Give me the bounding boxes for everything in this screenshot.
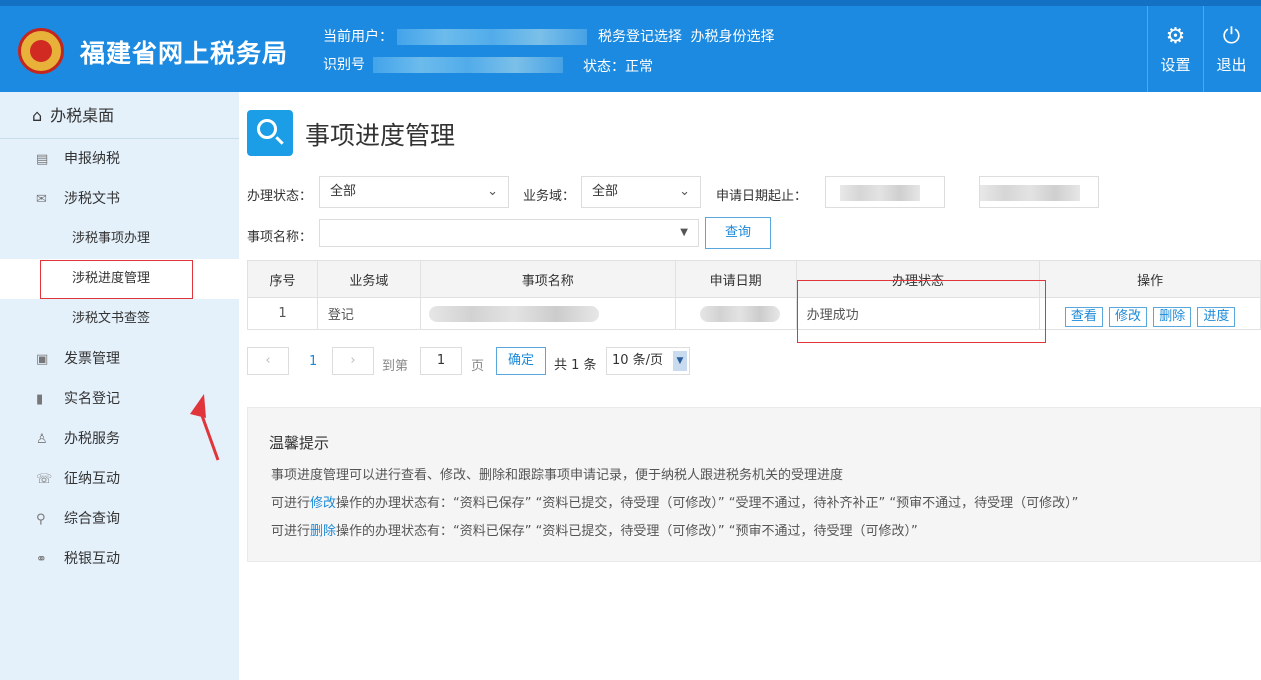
current-user-label: 当前用户： [323, 29, 393, 45]
date-range-label: 申请日期起止： [716, 189, 808, 204]
table-row: 1 登记 办理成功 查看 修改 删除 进度 [247, 297, 1261, 330]
row-domain: 登记 [316, 297, 421, 330]
gear-icon: ⚙ [1165, 24, 1186, 49]
tax-registration-select-link[interactable]: 税务登记选择 [598, 29, 682, 45]
annotation-highlight-box [40, 260, 193, 299]
document-icon: ✉ [36, 192, 47, 207]
start-date-input[interactable] [825, 176, 945, 208]
sidebar-item-query[interactable]: ⚲ 综合查询 [0, 499, 239, 539]
annotation-arrow [190, 394, 220, 461]
delete-button[interactable]: 删除 [1153, 306, 1192, 327]
sidebar: ⌂ 办税桌面 ▤ 申报纳税 ✉ 涉税文书 涉税事项办理 涉税进度管理 涉税文书查签 ▣… [0, 92, 239, 680]
total-count: 共 1 条 [554, 358, 597, 373]
page-unit: 页 [471, 359, 485, 374]
goto-label: 到第 [382, 359, 409, 374]
page-number-input[interactable]: 1 [420, 347, 462, 375]
tax-emblem-logo [18, 28, 64, 74]
tax-id-label: 识别号 [323, 57, 365, 73]
sidebar-item-bank[interactable]: ⚭ 税银互动 [0, 539, 239, 579]
tips-line-3: 可进行删除操作的办理状态有：“资料已保存” “资料已提交，待受理（可修改）” “… [271, 524, 918, 539]
sidebar-sub-matters[interactable]: 涉税事项办理 [0, 219, 239, 259]
end-date-input[interactable] [979, 176, 1099, 208]
account-status: 状态：正常 [583, 59, 653, 75]
sidebar-home[interactable]: ⌂ 办税桌面 [0, 92, 239, 139]
col-name-header: 事项名称 [419, 260, 676, 298]
results-table: 序号 业务域 事项名称 申请日期 办理状态 操作 1 登记 办理成功 查看 修改… [247, 260, 1261, 330]
site-title: 福建省网上税务局 [80, 39, 289, 68]
chevron-down-icon: ⌄ [679, 184, 690, 199]
service-icon: ♙ [36, 432, 48, 447]
search-icon: ⚲ [36, 512, 46, 527]
declare-icon: ▤ [36, 152, 49, 167]
row-item-name-redacted [419, 297, 676, 330]
query-button[interactable]: 查询 [705, 217, 771, 249]
edit-button[interactable]: 修改 [1109, 306, 1148, 327]
logout-button[interactable]: ⏻ 退出 [1203, 6, 1259, 92]
tips-panel: 温馨提示 事项进度管理可以进行查看、修改、删除和跟踪事项申请记录，便于纳税人跟进… [247, 407, 1261, 562]
realname-icon: ▮ [36, 392, 44, 407]
chevron-down-icon: ⌄ [487, 184, 498, 199]
edit-link[interactable]: 修改 [310, 496, 336, 511]
sidebar-sub-sign[interactable]: 涉税文书查签 [0, 299, 239, 339]
sidebar-item-invoice[interactable]: ▣ 发票管理 [0, 339, 239, 379]
tax-id: 识别号 [323, 54, 564, 74]
magnifier-icon [247, 110, 293, 156]
tips-title: 温馨提示 [269, 434, 330, 452]
sidebar-item-documents[interactable]: ✉ 涉税文书 [0, 179, 239, 219]
caret-down-icon: ▼ [680, 227, 688, 238]
item-name-select[interactable]: ▼ [319, 219, 699, 247]
status-filter-label: 办理状态： [247, 189, 313, 204]
top-header: 福建省网上税务局 当前用户： 识别号 税务登记选择 办税身份选择 状态：正常 ⚙… [0, 0, 1261, 92]
table-header-row: 序号 业务域 事项名称 申请日期 办理状态 操作 [247, 260, 1261, 298]
domain-filter-select[interactable]: 全部 ⌄ [581, 176, 701, 208]
settings-button[interactable]: ⚙ 设置 [1147, 6, 1203, 92]
page-title: 事项进度管理 [305, 121, 456, 150]
prev-page-button[interactable]: ‹ [247, 347, 289, 375]
status-annotation-box [797, 280, 1046, 343]
page-size-select[interactable]: 10 条/页 ▼ [606, 347, 690, 375]
next-page-button[interactable]: › [332, 347, 374, 375]
current-page[interactable]: 1 [309, 354, 317, 369]
sidebar-item-declare[interactable]: ▤ 申报纳税 [0, 139, 239, 179]
view-button[interactable]: 查看 [1064, 306, 1103, 327]
row-actions: 查看 修改 删除 进度 [1039, 297, 1261, 330]
confirm-page-button[interactable]: 确定 [496, 347, 546, 375]
tips-line-1: 事项进度管理可以进行查看、修改、删除和跟踪事项申请记录，便于纳税人跟进税务机关的… [271, 468, 844, 483]
sidebar-item-interaction[interactable]: ☏ 征纳互动 [0, 459, 239, 499]
col-index-header: 序号 [247, 260, 318, 298]
progress-button[interactable]: 进度 [1197, 306, 1236, 327]
row-index: 1 [247, 297, 318, 330]
current-user: 当前用户： [323, 26, 588, 46]
col-actions-header: 操作 [1039, 260, 1261, 298]
tips-line-2: 可进行修改操作的办理状态有：“资料已保存” “资料已提交，待受理（可修改）” “… [271, 496, 1079, 511]
delete-link[interactable]: 删除 [310, 524, 336, 539]
home-icon: ⌂ [32, 106, 43, 125]
power-icon: ⏻ [1222, 24, 1241, 49]
chat-icon: ☏ [36, 472, 53, 487]
status-filter-select[interactable]: 全部 ⌄ [319, 176, 509, 208]
row-date-redacted [674, 297, 797, 330]
tax-id-redacted [373, 57, 564, 73]
current-user-redacted [397, 29, 588, 45]
handshake-icon: ⚭ [36, 552, 47, 567]
tax-identity-select-link[interactable]: 办税身份选择 [690, 29, 774, 45]
dropdown-arrow-icon: ▼ [673, 351, 687, 371]
invoice-icon: ▣ [36, 352, 49, 367]
col-domain-header: 业务域 [316, 260, 421, 298]
item-name-label: 事项名称： [247, 230, 313, 245]
domain-filter-label: 业务域： [523, 189, 576, 204]
col-date-header: 申请日期 [674, 260, 797, 298]
main-content: 事项进度管理 办理状态： 全部 ⌄ 业务域： 全部 ⌄ 申请日期起止： 事项名称… [239, 92, 1261, 680]
